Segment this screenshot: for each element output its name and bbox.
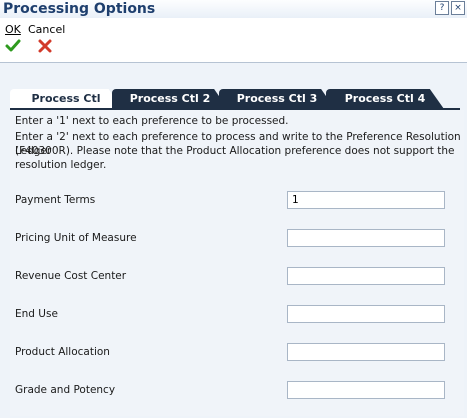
- tab-process-ctl-2[interactable]: Process Ctl 2: [112, 89, 228, 109]
- check-icon[interactable]: [5, 38, 21, 54]
- tab-label: Process Ctl 2: [129, 92, 211, 105]
- title-bar: Processing Options ? ×: [0, 0, 467, 18]
- tab-label: Process Ctl: [31, 92, 101, 105]
- cancel-label: Cancel: [28, 23, 66, 36]
- product-allocation-label: Product Allocation: [15, 346, 110, 358]
- help-icon[interactable]: ?: [435, 1, 449, 15]
- toolbar: OK Cancel: [0, 18, 467, 63]
- pricing-uom-input[interactable]: [287, 229, 445, 247]
- end-use-label: End Use: [15, 308, 58, 320]
- pricing-uom-label: Pricing Unit of Measure: [15, 232, 137, 244]
- x-icon[interactable]: [37, 38, 53, 54]
- revenue-cost-center-input[interactable]: [287, 267, 445, 285]
- ok-button[interactable]: OK: [5, 23, 21, 36]
- close-icon[interactable]: ×: [451, 1, 465, 15]
- instruction-line-3: (F40300R). Please note that the Product …: [15, 145, 455, 157]
- payment-terms-input[interactable]: [287, 191, 445, 209]
- payment-terms-label: Payment Terms: [15, 194, 96, 206]
- window-title: Processing Options: [3, 1, 156, 17]
- tab-strip: Process Ctl Process Ctl 2 Process Ctl 3 …: [10, 89, 460, 109]
- tab-label: Process Ctl 4: [344, 92, 426, 105]
- product-allocation-input[interactable]: [287, 343, 445, 361]
- instruction-line-4: resolution ledger.: [15, 159, 107, 171]
- instruction-line-1: Enter a '1' next to each preference to b…: [15, 115, 289, 127]
- ok-label: OK: [5, 23, 21, 36]
- cancel-button[interactable]: Cancel: [28, 23, 65, 36]
- tab-label: Process Ctl 3: [236, 92, 318, 105]
- end-use-input[interactable]: [287, 305, 445, 323]
- grade-potency-label: Grade and Potency: [15, 384, 116, 396]
- tab-process-ctl-3[interactable]: Process Ctl 3: [219, 89, 335, 109]
- tab-process-ctl-4[interactable]: Process Ctl 4: [326, 89, 444, 109]
- revenue-cost-center-label: Revenue Cost Center: [15, 270, 127, 282]
- tab-process-ctl[interactable]: Process Ctl: [10, 89, 122, 109]
- grade-potency-input[interactable]: [287, 381, 445, 399]
